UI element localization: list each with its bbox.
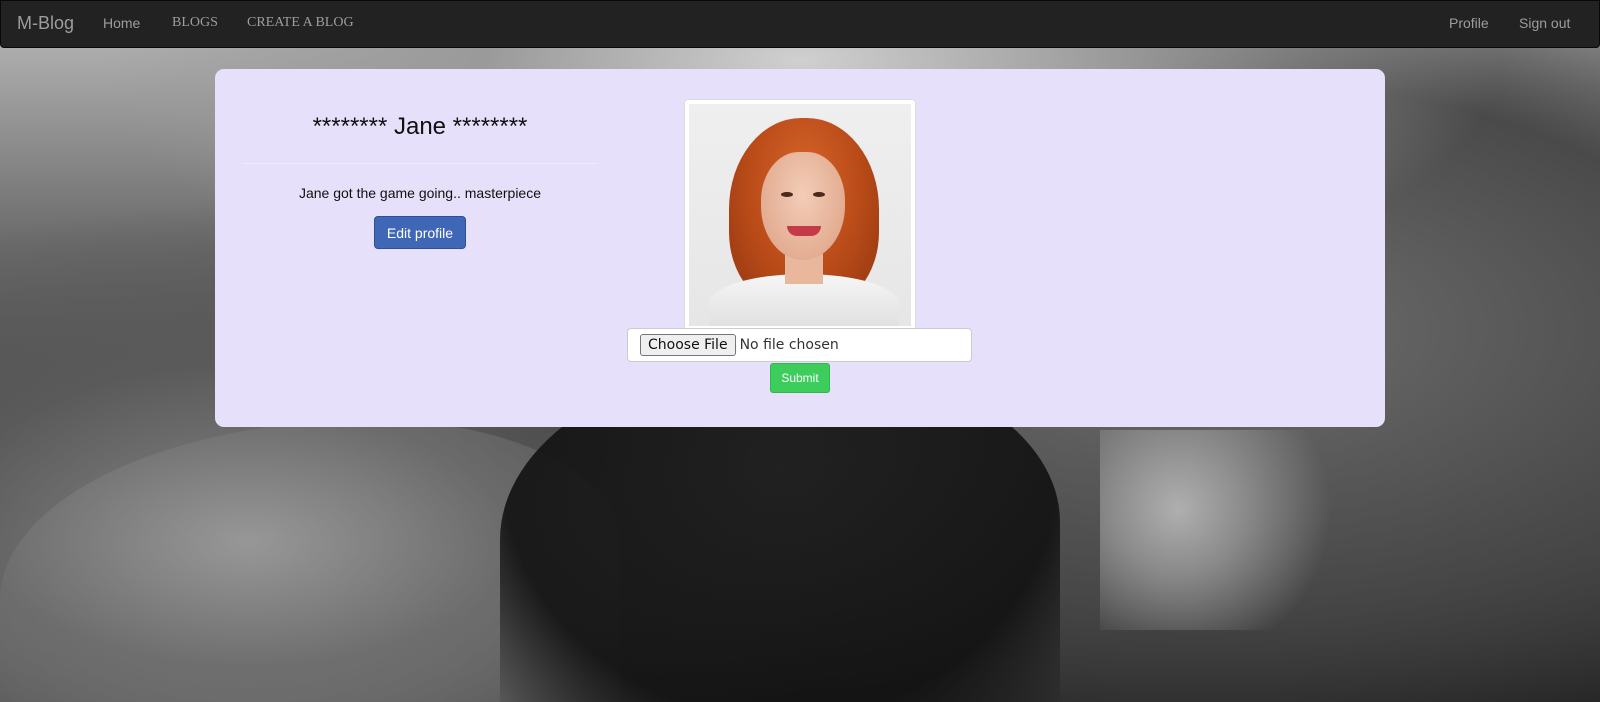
profile-photo-frame (684, 99, 916, 331)
profile-photo (689, 104, 911, 326)
file-upload-input[interactable]: Choose File No file chosen (627, 328, 972, 362)
profile-card: ******** Jane ******** Jane got the game… (215, 69, 1385, 427)
nav-create-blog-link[interactable]: CREATE A BLOG (247, 1, 354, 47)
submit-button[interactable]: Submit (770, 363, 830, 393)
profile-username: ******** Jane ******** (312, 113, 528, 140)
choose-file-button[interactable]: Choose File (640, 334, 736, 356)
divider (243, 163, 597, 164)
edit-profile-button[interactable]: Edit profile (374, 216, 466, 249)
file-status-text: No file chosen (739, 337, 839, 353)
navbar: M-Blog Home BLOGS CREATE A BLOG Profile … (0, 0, 1600, 48)
nav-blogs-link[interactable]: BLOGS (172, 1, 218, 47)
profile-bio: Jane got the game going.. masterpiece (298, 185, 542, 201)
nav-home-link[interactable]: Home (103, 1, 140, 47)
nav-signout-link[interactable]: Sign out (1519, 1, 1570, 47)
background-flower (1100, 430, 1360, 630)
brand-link[interactable]: M-Blog (17, 1, 74, 47)
nav-profile-link[interactable]: Profile (1449, 1, 1489, 47)
